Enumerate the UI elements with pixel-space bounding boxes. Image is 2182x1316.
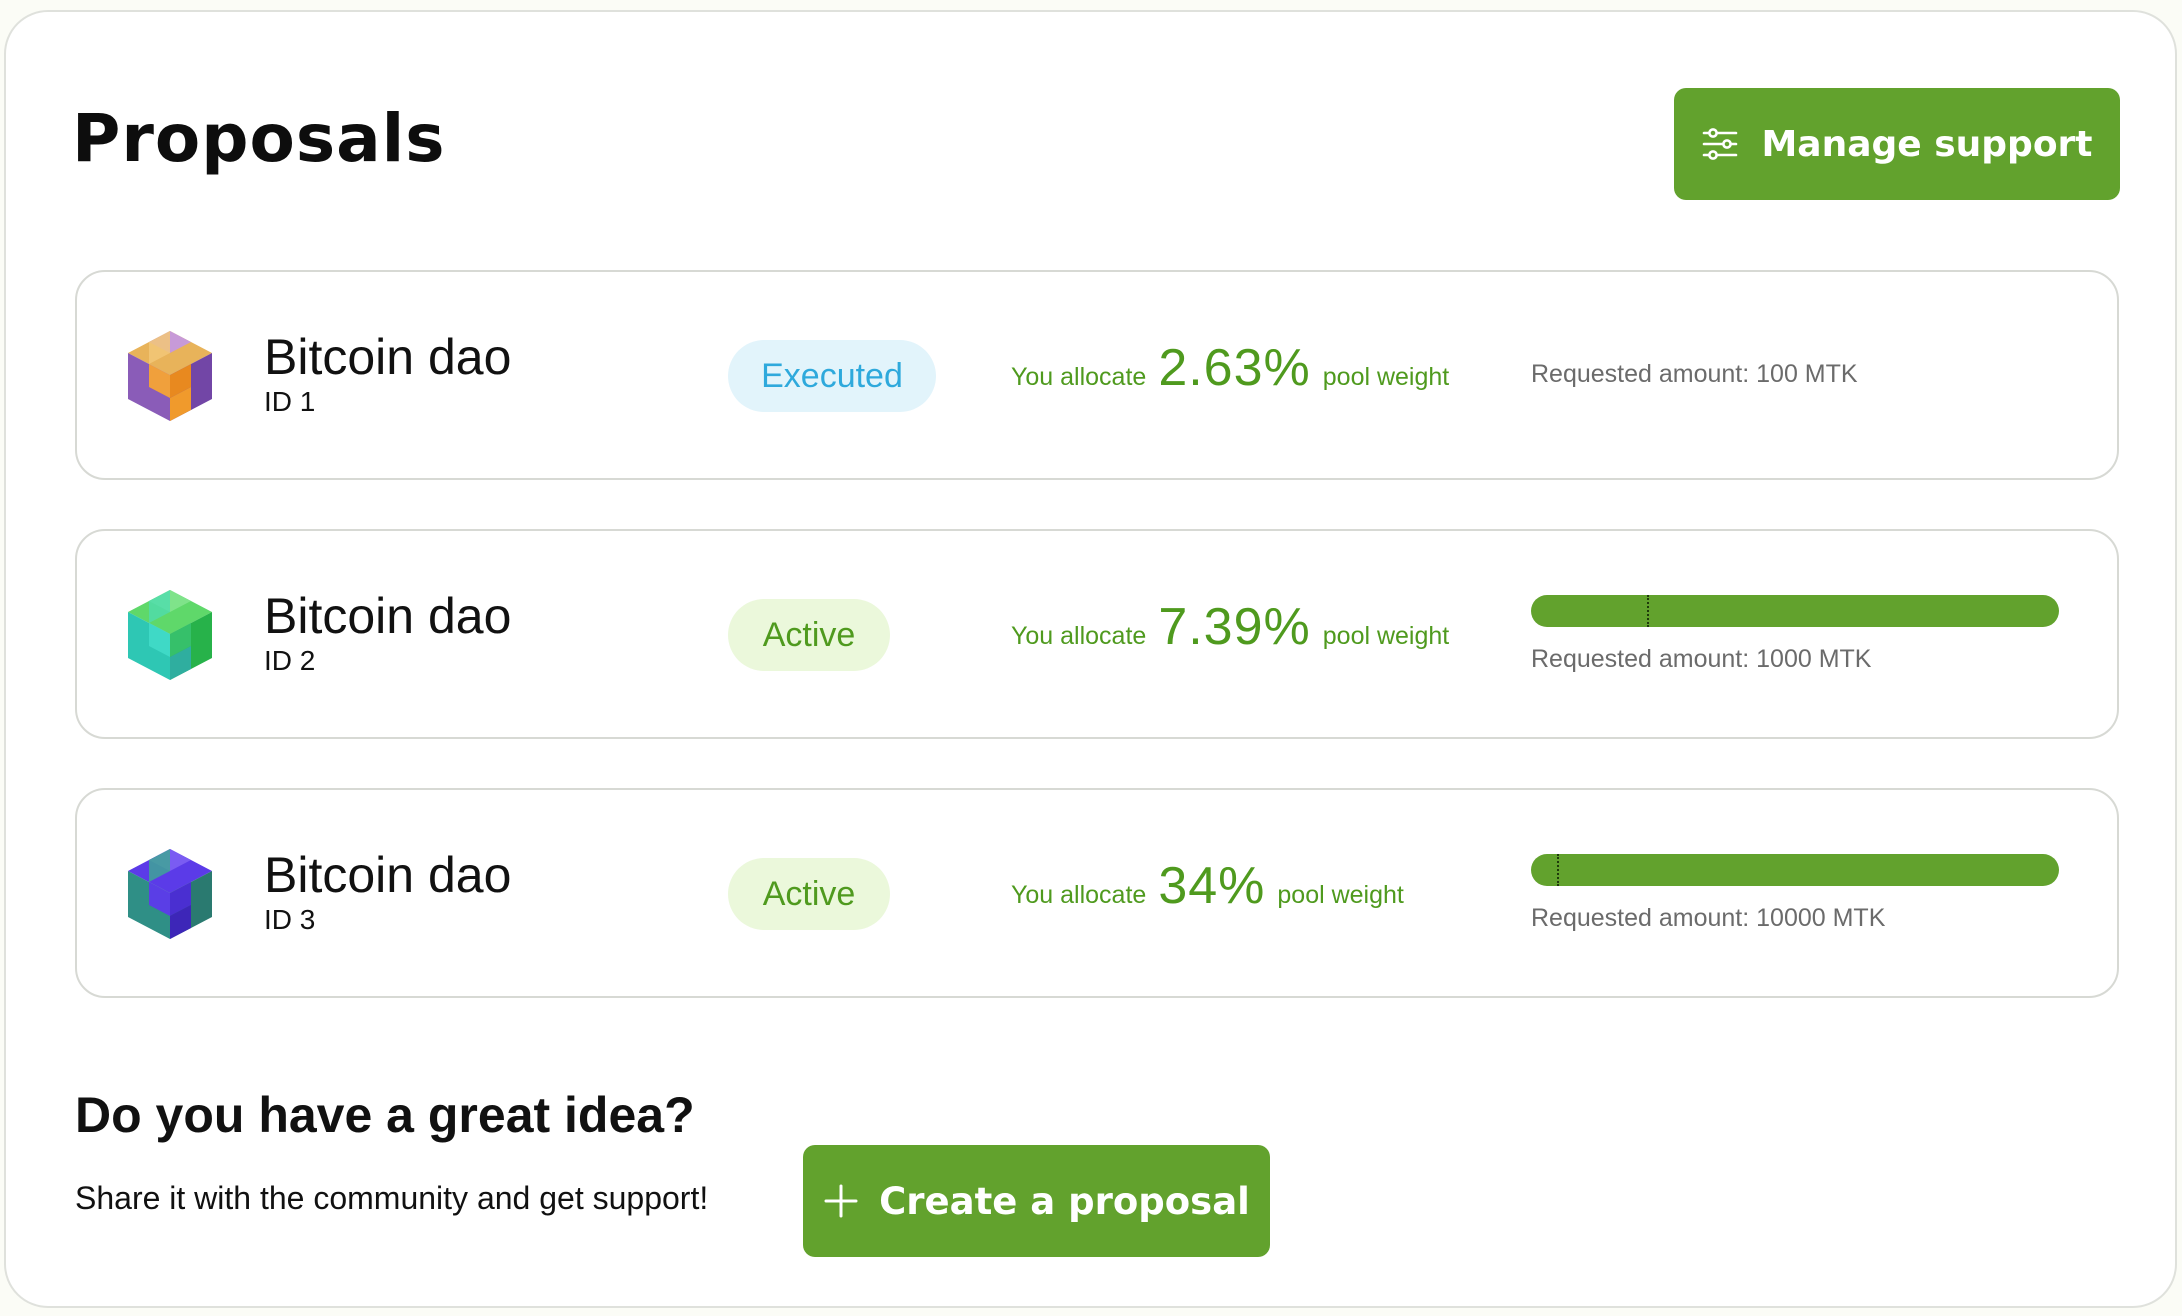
support-progress-bar [1531, 595, 2059, 627]
threshold-marker [1557, 854, 1560, 886]
allocation-percent: 2.63% [1158, 339, 1311, 397]
requested-amount: Requested amount: 1000 MTK [1531, 645, 1872, 673]
proposal-name: Bitcoin dao [264, 329, 512, 385]
allocation-suffix: pool weight [1277, 881, 1404, 909]
proposal-card-2[interactable]: Bitcoin dao ID 2 Active You allocate 7.3… [75, 529, 2119, 739]
cta-title: Do you have a great idea? [75, 1087, 695, 1143]
threshold-marker [1647, 595, 1650, 627]
plus-icon [823, 1183, 859, 1219]
status-badge: Executed [728, 340, 936, 412]
cta-subtitle: Share it with the community and get supp… [75, 1180, 709, 1216]
status-badge: Active [728, 858, 890, 930]
allocation-text: You allocate 7.39% pool weight [1011, 597, 1449, 657]
proposal-id: ID 2 [264, 645, 316, 676]
allocation-prefix: You allocate [1011, 881, 1147, 909]
allocation-percent: 34% [1158, 857, 1266, 915]
purple-orange-cube-icon [122, 327, 218, 423]
allocation-text: You allocate 34% pool weight [1011, 856, 1404, 916]
support-progress-bar [1531, 854, 2059, 886]
requested-amount: Requested amount: 10000 MTK [1531, 904, 1886, 932]
sliders-icon [1701, 125, 1739, 163]
blue-teal-cube-icon [122, 845, 218, 941]
allocation-prefix: You allocate [1011, 622, 1147, 650]
allocation-suffix: pool weight [1322, 363, 1450, 391]
allocation-text: You allocate 2.63% pool weight [1011, 338, 1449, 398]
manage-support-label: Manage support [1761, 123, 2093, 165]
create-proposal-button[interactable]: Create a proposal [803, 1145, 1270, 1257]
proposal-id: ID 3 [264, 904, 316, 935]
teal-green-cube-icon [122, 586, 218, 682]
status-badge: Active [728, 599, 890, 671]
allocation-prefix: You allocate [1011, 363, 1147, 391]
proposal-card-3[interactable]: Bitcoin dao ID 3 Active You allocate 34%… [75, 788, 2119, 998]
proposal-id: ID 1 [264, 386, 316, 417]
proposal-name: Bitcoin dao [264, 847, 512, 903]
manage-support-button[interactable]: Manage support [1674, 88, 2120, 200]
allocation-percent: 7.39% [1158, 598, 1311, 656]
proposal-name: Bitcoin dao [264, 588, 512, 644]
allocation-suffix: pool weight [1322, 622, 1450, 650]
proposal-card-1[interactable]: Bitcoin dao ID 1 Executed You allocate 2… [75, 270, 2119, 480]
page-title: Proposals [72, 100, 446, 177]
proposals-panel: Proposals Manage support Bitcoin dao ID … [4, 10, 2177, 1308]
create-proposal-label: Create a proposal [879, 1179, 1250, 1223]
requested-amount: Requested amount: 100 MTK [1531, 360, 1858, 388]
